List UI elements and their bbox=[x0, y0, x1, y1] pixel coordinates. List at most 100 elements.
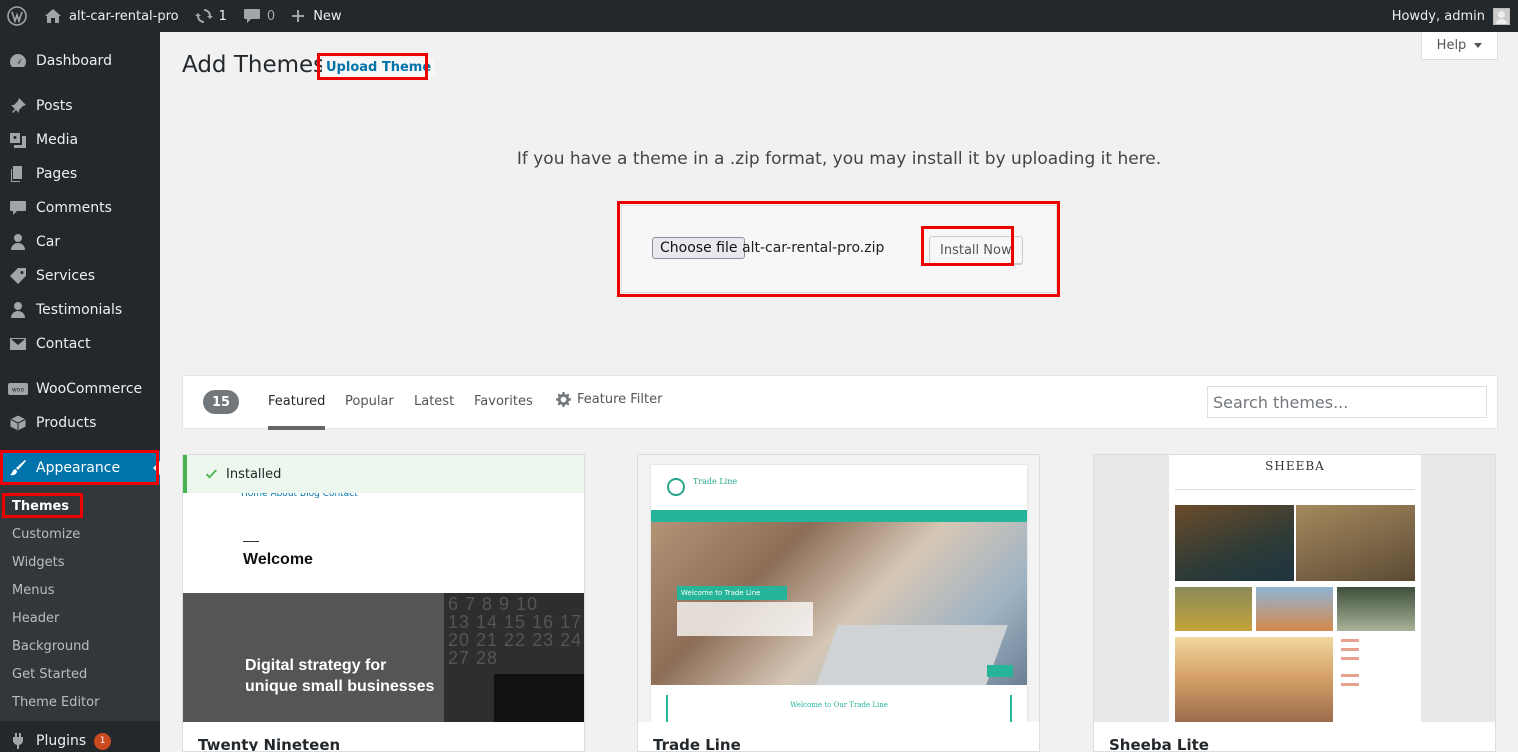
avatar bbox=[1493, 7, 1510, 25]
menu-comments[interactable]: Comments bbox=[0, 191, 160, 225]
tab-latest[interactable]: Latest bbox=[414, 394, 454, 409]
tab-featured[interactable]: Featured bbox=[268, 394, 326, 430]
menu-label: Media bbox=[36, 132, 79, 148]
new-content-link[interactable]: New bbox=[283, 0, 349, 32]
theme-card-sheeba-lite[interactable]: SHEEBA Sheeba Lite bbox=[1093, 454, 1496, 752]
menu-car[interactable]: Car bbox=[0, 225, 160, 259]
site-name-link[interactable]: alt-car-rental-pro bbox=[36, 0, 187, 32]
submenu-theme-editor[interactable]: Theme Editor bbox=[12, 692, 99, 712]
menu-testimonials[interactable]: Testimonials bbox=[0, 293, 160, 327]
menu-label: Dashboard bbox=[36, 53, 112, 69]
caret-down-icon bbox=[1474, 43, 1483, 48]
submenu-menus[interactable]: Menus bbox=[12, 580, 54, 600]
preview-footer-text: Welcome to Our Trade Line bbox=[790, 701, 888, 709]
my-account-link[interactable]: Howdy, admin bbox=[1384, 0, 1518, 32]
theme-count-badge: 15 bbox=[203, 390, 239, 414]
theme-name: Trade Line bbox=[653, 736, 741, 752]
feature-filter-button[interactable]: Feature Filter bbox=[556, 392, 662, 407]
pin-icon bbox=[0, 96, 36, 116]
submenu-themes[interactable]: Themes bbox=[12, 496, 69, 516]
upload-form: Choose file alt-car-rental-pro.zip Insta… bbox=[621, 205, 1057, 293]
admin-bar: alt-car-rental-pro 1 0 New Howdy, admin bbox=[0, 0, 1518, 32]
install-now-button[interactable]: Install Now bbox=[929, 236, 1023, 264]
preview-laptop bbox=[816, 625, 1008, 685]
submenu-background[interactable]: Background bbox=[12, 636, 90, 656]
svg-text:woo: woo bbox=[12, 387, 25, 394]
menu-products[interactable]: Products bbox=[0, 406, 160, 440]
plug-icon bbox=[0, 731, 36, 751]
menu-dashboard[interactable]: Dashboard bbox=[0, 44, 160, 78]
preview-image bbox=[1175, 505, 1294, 581]
user-icon bbox=[0, 300, 36, 320]
submenu-customize[interactable]: Customize bbox=[12, 524, 80, 544]
theme-name: Sheeba Lite bbox=[1109, 736, 1209, 752]
preview-hero: 6 7 8 9 10 13 14 15 16 17 20 21 22 23 24… bbox=[183, 593, 584, 722]
preview-divider bbox=[243, 541, 259, 542]
preview-page: SHEEBA bbox=[1169, 455, 1421, 722]
preview-footer: Welcome to Our Trade Line bbox=[666, 695, 1012, 722]
wordpress-logo-icon[interactable] bbox=[0, 0, 36, 32]
theme-name: Twenty Nineteen bbox=[198, 736, 341, 752]
help-label: Help bbox=[1436, 38, 1467, 53]
woo-icon: woo bbox=[0, 381, 36, 397]
preview-hero-line: Digital strategy for bbox=[245, 657, 387, 674]
installed-notice: Installed bbox=[183, 455, 584, 493]
theme-card-trade-line[interactable]: Trade Line Welcome to Trade Line Welcome… bbox=[637, 454, 1040, 752]
page-title: Add Themes bbox=[182, 52, 326, 78]
preview-sidebar bbox=[1341, 633, 1411, 713]
preview-title: SHEEBA bbox=[1265, 459, 1325, 473]
submenu-header[interactable]: Header bbox=[12, 608, 59, 628]
media-icon bbox=[0, 130, 36, 150]
submenu-widgets[interactable]: Widgets bbox=[12, 552, 65, 572]
dashboard-icon bbox=[0, 51, 36, 71]
preview-hero-text: Digital strategy for unique small busine… bbox=[245, 655, 434, 697]
menu-woocommerce[interactable]: woo WooCommerce bbox=[0, 372, 160, 406]
menu-label: Products bbox=[36, 415, 97, 431]
updates-count: 1 bbox=[218, 8, 227, 24]
menu-pages[interactable]: Pages bbox=[0, 157, 160, 191]
choose-file-button[interactable]: Choose file bbox=[652, 237, 746, 259]
help-button[interactable]: Help bbox=[1421, 32, 1498, 60]
paintbrush-icon bbox=[0, 458, 36, 478]
tab-favorites[interactable]: Favorites bbox=[474, 394, 533, 409]
menu-posts[interactable]: Posts bbox=[0, 89, 160, 123]
upload-theme-button[interactable]: Upload Theme bbox=[322, 58, 436, 77]
menu-plugins[interactable]: Plugins 1 bbox=[0, 724, 160, 752]
preview-background: Trade Line Welcome to Trade Line Welcome… bbox=[638, 455, 1039, 722]
preview-welcome: Welcome bbox=[243, 551, 313, 568]
menu-appearance[interactable]: Appearance bbox=[0, 451, 160, 485]
updates-link[interactable]: 1 bbox=[187, 0, 235, 32]
preview-title: Trade Line bbox=[693, 477, 738, 486]
envelope-icon bbox=[0, 334, 36, 354]
preview-slider-arrows bbox=[987, 665, 1013, 677]
tag-icon bbox=[0, 266, 36, 286]
comment-icon bbox=[243, 9, 260, 23]
comments-link[interactable]: 0 bbox=[235, 0, 283, 32]
admin-sidebar: Dashboard Posts Media Pages Comments Car… bbox=[0, 32, 160, 752]
pages-icon bbox=[0, 164, 36, 184]
preview-image bbox=[1175, 587, 1252, 631]
menu-media[interactable]: Media bbox=[0, 123, 160, 157]
menu-label: Posts bbox=[36, 98, 73, 114]
preview-nav bbox=[651, 510, 1027, 522]
tab-popular[interactable]: Popular bbox=[345, 394, 394, 409]
preview-background: SHEEBA bbox=[1094, 455, 1495, 722]
menu-contact[interactable]: Contact bbox=[0, 327, 160, 361]
user-icon bbox=[0, 232, 36, 252]
installed-label: Installed bbox=[226, 466, 282, 482]
theme-screenshot: Trade Line Welcome to Trade Line Welcome… bbox=[638, 455, 1039, 722]
search-themes-input[interactable] bbox=[1207, 386, 1487, 418]
preview-line bbox=[1341, 657, 1359, 660]
home-icon bbox=[45, 9, 61, 23]
menu-services[interactable]: Services bbox=[0, 259, 160, 293]
upload-help-text: If you have a theme in a .zip format, yo… bbox=[516, 149, 1162, 169]
theme-screenshot: SHEEBA bbox=[1094, 455, 1495, 722]
updates-icon bbox=[194, 9, 213, 23]
appearance-submenu: Themes Customize Widgets Menus Header Ba… bbox=[0, 485, 160, 721]
submenu-get-started[interactable]: Get Started bbox=[12, 664, 87, 684]
theme-filter-bar: 15 Featured Popular Latest Favorites Fea… bbox=[182, 375, 1498, 430]
preview-caption: Welcome to Trade Line bbox=[677, 586, 787, 600]
preview-line bbox=[1341, 683, 1359, 686]
theme-card-twenty-nineteen[interactable]: Installed Home About Blog Contact Welcom… bbox=[182, 454, 585, 752]
preview-image bbox=[1175, 637, 1333, 722]
